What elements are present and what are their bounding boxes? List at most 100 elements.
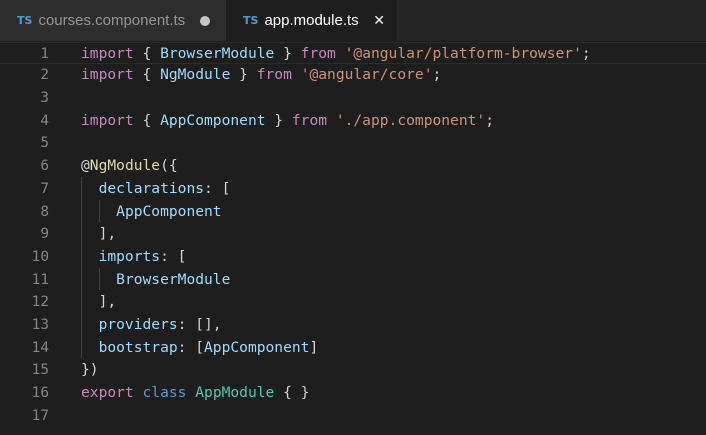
code-text[interactable]: ], [81,223,117,246]
code-editor[interactable]: 1 import { BrowserModule } from '@angular… [0,41,706,435]
line-number: 7 [40,180,49,197]
code-token: AppComponent [204,338,310,356]
code-token: : [ [160,247,187,265]
unsaved-dot-icon[interactable] [200,15,210,26]
line-number: 2 [40,67,49,84]
code-text[interactable]: BrowserModule [81,269,230,292]
code-token: export [81,384,134,402]
code-token: ; [432,66,442,84]
code-token: { [133,44,161,62]
code-token: NgModule [89,157,161,175]
line-number: 17 [31,407,49,424]
code-token: } [265,111,292,129]
line-number: 5 [40,135,49,152]
code-token: } [230,66,257,84]
code-token: { [133,66,161,84]
code-token: }) [81,361,99,379]
code-token: '@angular/platform-browser' [344,44,582,62]
code-token: '@angular/core' [300,66,433,84]
line-number: 6 [40,158,49,175]
code-token: { } [274,384,310,402]
tab-label: courses.component.ts [38,12,186,29]
code-token: AppComponent [116,202,222,220]
code-line[interactable]: 2 import { NgModule } from '@angular/core… [0,64,706,87]
code-token: BrowserModule [116,270,231,288]
code-line[interactable]: 11 BrowserModule [0,269,706,292]
code-token: import [81,44,134,62]
code-token: { [133,111,161,129]
close-icon[interactable]: ✕ [373,13,385,29]
code-line[interactable]: 14 bootstrap: [AppComponent] [0,337,706,360]
line-number: 1 [40,45,49,62]
code-text[interactable]: @NgModule({ [81,155,178,178]
tab-app-module[interactable]: TS app.module.ts ✕ [226,0,397,41]
code-token: providers [98,316,178,333]
code-token: class [142,384,187,402]
code-line[interactable]: 4 import { AppComponent } from './app.com… [0,110,706,133]
code-token: AppModule [195,384,275,402]
code-text[interactable]: providers: [], [81,314,222,337]
line-number: 16 [31,385,49,402]
code-text[interactable]: declarations: [ [81,178,231,201]
line-number: 13 [31,317,49,333]
line-number: 14 [31,339,49,356]
code-line[interactable]: 5 [0,132,706,155]
code-token: './app.component' [335,111,486,129]
code-token: @ [81,157,90,175]
code-line[interactable]: 1 import { BrowserModule } from '@angular… [0,41,706,66]
code-token: ] [309,338,319,356]
code-line[interactable]: 8 AppComponent [0,201,706,224]
tab-courses-component[interactable]: TS courses.component.ts [0,0,226,41]
code-line[interactable]: 13 providers: [], [0,314,706,337]
code-token: bootstrap [98,338,178,356]
code-line[interactable]: 17 [0,405,706,428]
editor-tab-bar: TS courses.component.ts TS app.module.ts… [0,0,706,41]
code-text[interactable]: AppComponent [81,201,222,224]
code-token: ], [81,293,117,311]
line-number: 8 [40,203,49,220]
typescript-file-icon: TS [17,14,33,27]
code-line[interactable]: 15}) [0,359,706,382]
code-text[interactable]: }) [81,359,99,382]
code-text[interactable]: import { BrowserModule } from '@angular/… [81,43,591,66]
code-token: : [ [177,338,205,356]
line-number: 11 [31,271,49,288]
code-line[interactable]: 7 declarations: [ [0,178,706,201]
code-token: : [ [204,179,231,197]
code-line[interactable]: 10 imports: [ [0,246,706,269]
code-token: ; [581,44,591,62]
code-line[interactable]: 6 @NgModule({ [0,155,706,178]
code-token: ], [81,225,117,243]
code-text[interactable]: import { NgModule } from '@angular/core'… [81,64,441,87]
code-line[interactable]: 9 ], [0,223,706,246]
code-token: } [274,44,301,62]
code-line[interactable]: 16 export class AppModule { } [0,382,706,405]
code-token: AppComponent [160,111,266,129]
tab-label: app.module.ts [264,12,359,29]
code-line[interactable]: 3 [0,87,706,110]
code-token: imports [98,247,161,265]
code-text[interactable]: imports: [ [81,246,187,269]
line-number: 3 [40,90,49,106]
code-text[interactable]: export class AppModule { } [81,382,309,405]
line-number: 4 [40,112,49,129]
line-number: 15 [31,362,49,379]
code-token: from [256,66,292,84]
line-number: 9 [40,226,49,243]
code-text[interactable]: bootstrap: [AppComponent] [81,337,319,360]
line-number: 10 [31,248,49,265]
typescript-file-icon: TS [243,14,259,27]
code-text[interactable]: import { AppComponent } from './app.comp… [81,110,494,133]
code-token: ({ [160,157,178,175]
code-text[interactable]: ], [81,291,117,314]
code-line[interactable]: 12 ], [0,291,706,314]
code-token: : [], [177,316,222,333]
